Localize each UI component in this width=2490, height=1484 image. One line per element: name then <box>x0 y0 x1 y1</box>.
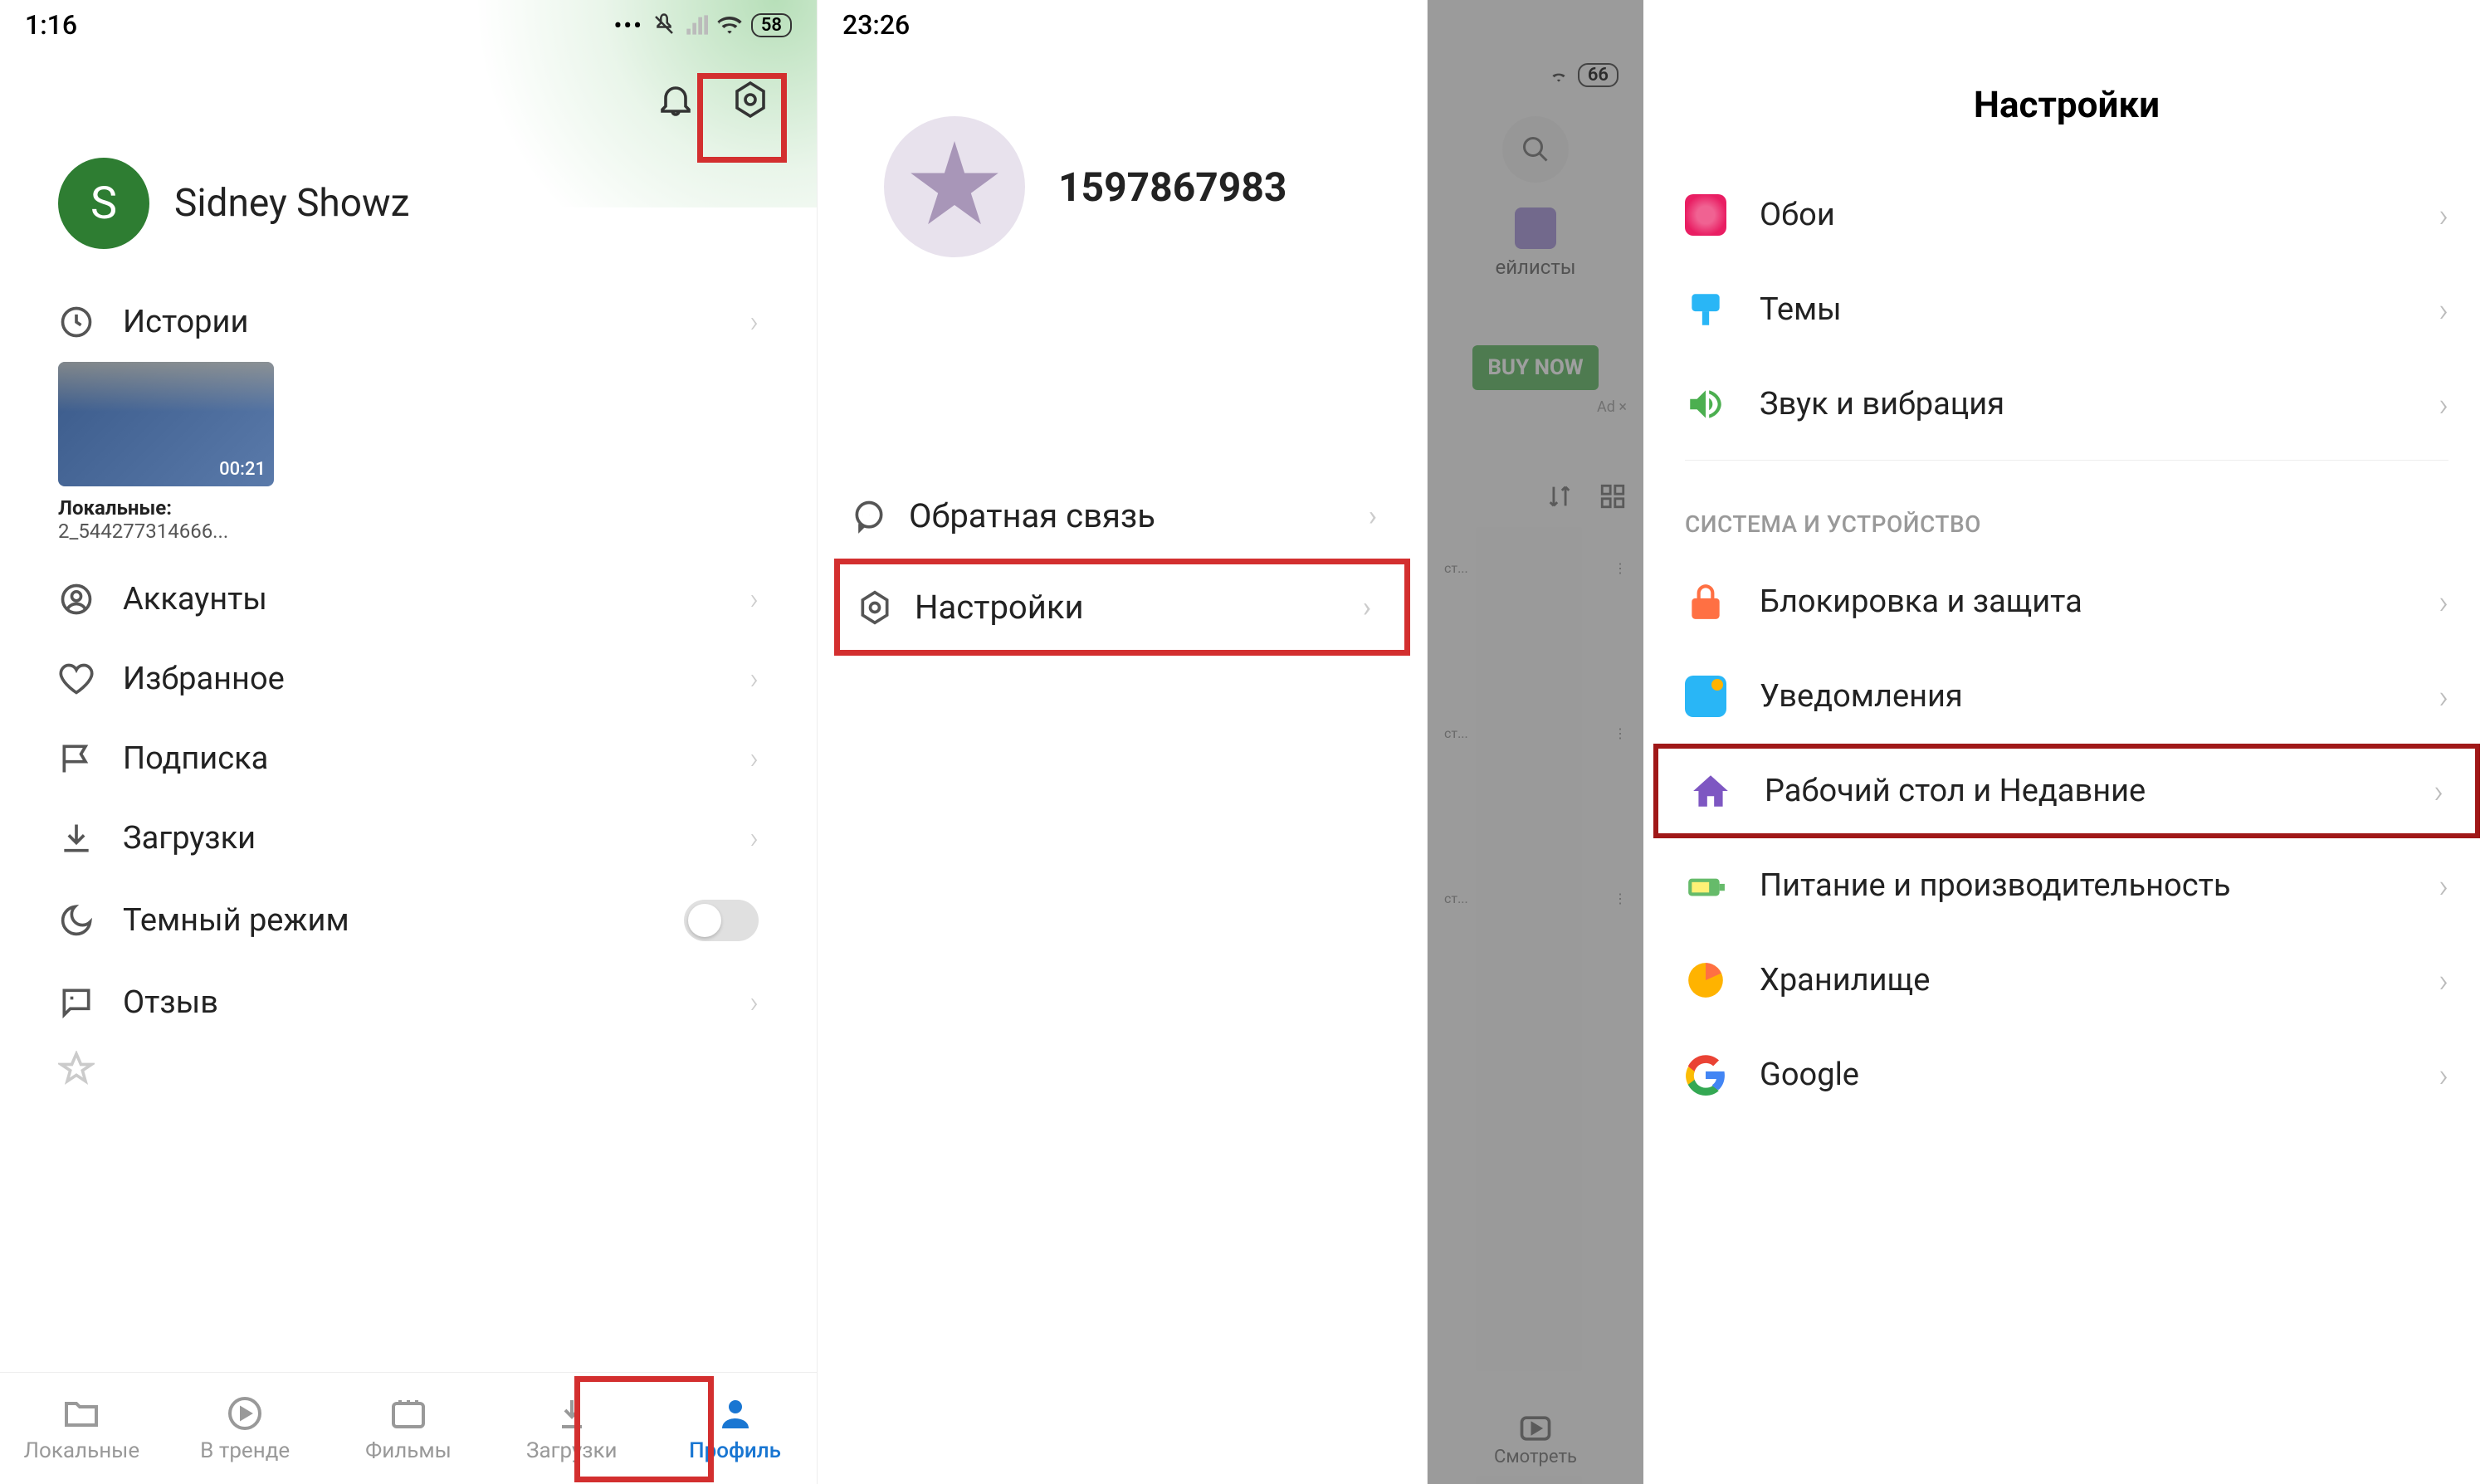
chevron-right-icon: › <box>2439 290 2448 330</box>
themes-icon <box>1685 289 1726 330</box>
menu-subscription[interactable]: Подписка › <box>0 719 817 798</box>
moon-icon <box>58 902 95 939</box>
profile-id: 1597867983 <box>1058 164 1286 211</box>
chevron-right-icon: › <box>749 305 759 339</box>
screen-account: 23:26 1597867983 Обратная связь › Настро… <box>818 0 1428 1484</box>
history-icon <box>58 304 95 340</box>
overlay-dim <box>1428 0 1643 1484</box>
profile-header[interactable]: 1597867983 <box>818 50 1427 307</box>
more-icon: ••• <box>613 12 642 39</box>
chevron-right-icon: › <box>749 582 759 617</box>
screen-profile: 1:16 ••• 58 S Sidney Showz <box>0 0 818 1484</box>
settings-lock[interactable]: Блокировка и защита › <box>1643 554 2490 649</box>
star-icon <box>58 1051 95 1087</box>
highlight-settings-row: Настройки › <box>834 559 1410 656</box>
wifi-icon <box>716 12 743 38</box>
story-title: Локальные: <box>58 496 759 520</box>
story-filename: 2_544277314666... <box>58 520 759 543</box>
story-preview[interactable]: 00:21 Локальные: 2_544277314666... <box>0 362 817 559</box>
nav-movies[interactable]: Фильмы <box>342 1394 475 1463</box>
download-icon <box>58 820 95 857</box>
menu-history[interactable]: Истории › <box>0 282 817 362</box>
settings-themes[interactable]: Темы › <box>1643 262 2490 357</box>
section-header: СИСТЕМА И УСТРОЙСТВО <box>1643 469 2490 554</box>
notifications-icon <box>1685 676 1726 717</box>
menu-cut-off <box>0 1042 817 1109</box>
user-circle-icon <box>58 581 95 618</box>
screen-system-settings: x Настройки Обои › Темы › Звук и вибраци… <box>1643 0 2490 1484</box>
chevron-right-icon: › <box>2439 385 2448 424</box>
divider <box>1685 460 2448 461</box>
menu-dark-mode[interactable]: Темный режим <box>0 878 817 963</box>
settings-notifications[interactable]: Уведомления › <box>1643 649 2490 744</box>
profile-header[interactable]: S Sidney Showz <box>0 141 817 282</box>
settings-wallpaper[interactable]: Обои › <box>1643 168 2490 262</box>
storage-icon <box>1685 959 1726 1001</box>
home-icon <box>1690 770 1731 812</box>
status-bar: 1:16 ••• 58 <box>0 0 817 50</box>
chevron-right-icon: › <box>2439 677 2448 716</box>
google-icon <box>1685 1054 1726 1096</box>
chevron-right-icon: › <box>2439 866 2448 906</box>
status-bar: 23:26 <box>818 0 1427 50</box>
settings-battery[interactable]: Питание и производительность › <box>1643 838 2490 933</box>
nav-local[interactable]: Локальные <box>15 1394 148 1463</box>
play-circle-icon <box>225 1394 265 1433</box>
page-title: Настройки <box>1643 50 2490 168</box>
sound-icon <box>1685 383 1726 425</box>
menu-favorites[interactable]: Избранное › <box>0 639 817 719</box>
avatar: S <box>58 158 149 249</box>
chevron-right-icon: › <box>749 661 759 696</box>
settings-storage[interactable]: Хранилище › <box>1643 933 2490 1028</box>
settings-google[interactable]: Google › <box>1643 1028 2490 1122</box>
chevron-right-icon: › <box>2439 583 2448 622</box>
wallpaper-icon <box>1685 194 1726 236</box>
chevron-right-icon: › <box>749 821 759 856</box>
flag-icon <box>58 740 95 777</box>
gear-hex-icon <box>857 589 893 626</box>
screen-dimmed-bg: 66 ейлисты BUY NOW Ad × ст...⋮ ст...⋮ ст… <box>1428 0 1643 1484</box>
lock-icon <box>1685 581 1726 622</box>
status-time: 1:16 <box>25 9 77 41</box>
chevron-right-icon: › <box>1363 591 1371 624</box>
signal-icon <box>685 13 708 37</box>
chevron-right-icon: › <box>749 741 759 776</box>
chevron-right-icon: › <box>2439 961 2448 1000</box>
dark-mode-toggle[interactable] <box>684 900 759 941</box>
status-time: 23:26 <box>842 9 910 41</box>
menu-settings[interactable]: Настройки › <box>840 564 1404 650</box>
comment-icon <box>58 984 95 1021</box>
settings-home[interactable]: Рабочий стол и Недавние › <box>1658 749 2475 833</box>
nav-trending[interactable]: В тренде <box>178 1394 311 1463</box>
battery-icon <box>1685 865 1726 906</box>
highlight-profile-nav <box>574 1376 714 1482</box>
profile-name: Sidney Showz <box>174 181 409 226</box>
menu-feedback[interactable]: Обратная связь › <box>818 473 1427 559</box>
bell-icon <box>656 80 696 120</box>
chevron-right-icon: › <box>2439 1056 2448 1095</box>
highlight-settings-button <box>697 73 787 163</box>
star-icon <box>909 141 1000 232</box>
story-thumbnail: 00:21 <box>58 362 274 486</box>
notifications-button[interactable] <box>651 75 701 124</box>
story-duration: 00:21 <box>219 459 266 480</box>
chevron-right-icon: › <box>749 985 759 1020</box>
chevron-right-icon: › <box>2439 196 2448 235</box>
chat-icon <box>851 498 887 535</box>
menu-review[interactable]: Отзыв › <box>0 963 817 1042</box>
avatar <box>884 116 1025 257</box>
chevron-right-icon: › <box>1369 500 1377 533</box>
movie-icon <box>388 1394 428 1433</box>
status-right: ••• 58 <box>613 12 792 39</box>
mute-icon <box>652 12 676 37</box>
battery-badge: 58 <box>751 13 792 37</box>
menu-downloads[interactable]: Загрузки › <box>0 798 817 878</box>
profile-icon <box>715 1394 755 1433</box>
settings-sound[interactable]: Звук и вибрация › <box>1643 357 2490 452</box>
menu-accounts[interactable]: Аккаунты › <box>0 559 817 639</box>
heart-icon <box>58 661 95 697</box>
chevron-right-icon: › <box>2434 772 2444 811</box>
folder-icon <box>61 1394 101 1433</box>
highlight-home-row: Рабочий стол и Недавние › <box>1653 744 2480 838</box>
